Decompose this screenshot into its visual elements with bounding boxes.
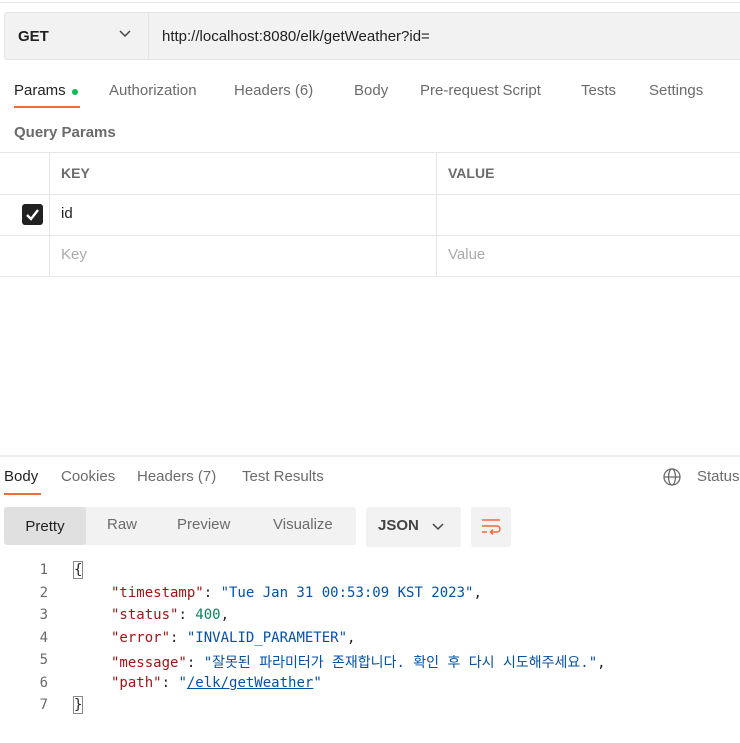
table-divider (436, 152, 437, 276)
method-label: GET (18, 27, 49, 45)
line-number: 3 (39, 607, 48, 623)
globe-icon[interactable] (662, 467, 682, 487)
json-key: "status" (111, 607, 179, 623)
response-tab-body[interactable]: Body (4, 468, 38, 485)
param-key-placeholder[interactable]: Key (61, 246, 87, 263)
line-number: 5 (39, 652, 48, 668)
json-close-brace: } (72, 696, 84, 714)
table-divider (49, 152, 50, 276)
tab-settings[interactable]: Settings (649, 82, 703, 99)
table-divider (0, 235, 740, 236)
response-tab-cookies[interactable]: Cookies (61, 468, 115, 485)
table-divider (0, 276, 740, 277)
line-number: 1 (39, 562, 48, 578)
table-divider (0, 194, 740, 195)
line-number: 2 (39, 585, 48, 601)
json-value-quote: " (313, 675, 322, 691)
json-key: "error" (111, 630, 171, 646)
json-line-timestamp: "timestamp": "Tue Jan 31 00:53:09 KST 20… (111, 585, 482, 601)
view-pretty-button[interactable]: Pretty (4, 507, 86, 545)
view-visualize-button[interactable]: Visualize (273, 516, 333, 533)
response-tab-body-underline (4, 493, 41, 495)
json-line-path: "path": "/elk/getWeather" (111, 675, 322, 691)
response-tab-headers[interactable]: Headers (7) (137, 468, 216, 485)
wrap-lines-icon (482, 519, 501, 536)
json-line-message: "message": "잘못된 파라미터가 존재합니다. 확인 후 다시 시도해… (111, 655, 606, 671)
json-open-brace: { (72, 561, 84, 579)
line-number: 6 (39, 675, 48, 691)
json-line-error: "error": "INVALID_PARAMETER", (111, 630, 356, 646)
response-divider[interactable] (0, 455, 740, 457)
json-line-status: "status": 400, (111, 607, 230, 623)
view-raw-button[interactable]: Raw (107, 516, 137, 533)
tab-tests[interactable]: Tests (581, 82, 616, 99)
tab-params[interactable]: Params (14, 82, 66, 99)
chevron-down-icon[interactable] (118, 27, 132, 41)
tab-pre-request-script[interactable]: Pre-request Script (420, 82, 541, 99)
param-key-cell[interactable]: id (61, 205, 73, 222)
response-tab-test-results[interactable]: Test Results (242, 468, 324, 485)
json-value: "잘못된 파라미터가 존재합니다. 확인 후 다시 시도해주세요." (203, 655, 598, 671)
json-value-quote: " (178, 675, 187, 691)
params-active-dot (72, 89, 78, 95)
param-value-placeholder[interactable]: Value (448, 246, 485, 263)
json-key: "message" (111, 655, 187, 671)
format-label: JSON (378, 517, 419, 534)
tab-authorization[interactable]: Authorization (109, 82, 197, 99)
tab-body[interactable]: Body (354, 82, 388, 99)
top-divider (0, 2, 740, 3)
json-value: "Tue Jan 31 00:53:09 KST 2023" (220, 585, 474, 601)
json-key: "timestamp" (111, 585, 204, 601)
url-input[interactable]: http://localhost:8080/elk/getWeather?id= (162, 12, 430, 60)
json-key: "path" (111, 675, 162, 691)
checkbox-checked-icon[interactable] (22, 204, 43, 225)
json-path-link[interactable]: /elk/getWeather (187, 675, 313, 691)
chevron-down-icon (432, 523, 444, 531)
status-label: Status (697, 468, 740, 485)
json-value: 400 (195, 607, 221, 623)
column-header-value: VALUE (448, 165, 495, 181)
query-params-title: Query Params (14, 124, 116, 141)
table-divider (0, 152, 740, 153)
view-preview-button[interactable]: Preview (177, 516, 230, 533)
line-number: 4 (39, 630, 48, 646)
tab-params-underline (14, 106, 80, 108)
tab-headers[interactable]: Headers (6) (234, 82, 313, 99)
json-value: "INVALID_PARAMETER" (186, 630, 348, 646)
line-number: 7 (39, 697, 48, 713)
column-header-key: KEY (61, 165, 90, 181)
